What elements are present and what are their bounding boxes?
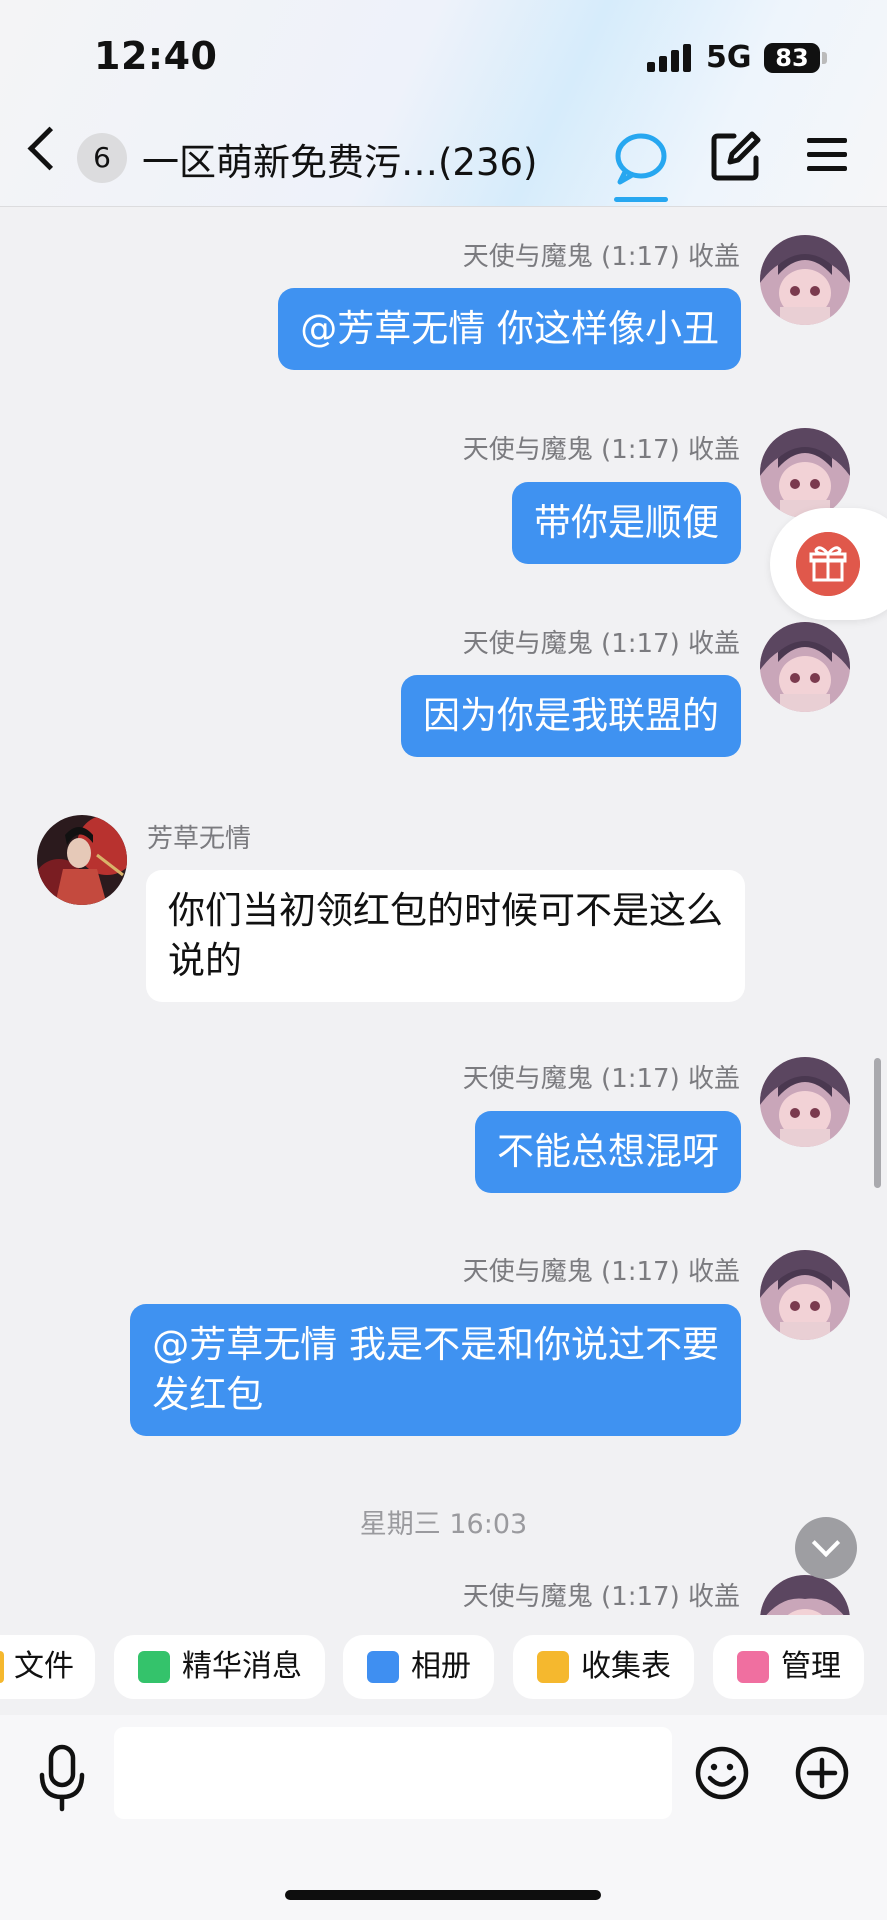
essence-icon (138, 1651, 170, 1683)
quick-essence-button[interactable]: 精华消息 (114, 1635, 325, 1699)
message-sender: 天使与魔鬼 (1:17) 收盖 (462, 629, 740, 659)
scrollbar[interactable] (874, 1058, 881, 1188)
emoji-icon[interactable] (694, 1745, 750, 1801)
chat-bubble-icon[interactable] (610, 126, 672, 206)
message-bubble[interactable]: 不能总想混呀 (475, 1111, 741, 1193)
message-input[interactable] (114, 1727, 672, 1819)
input-bar (0, 1715, 887, 1920)
back-icon[interactable] (27, 126, 72, 171)
message-bubble[interactable]: @芳草无情 你这样像小丑 (278, 288, 741, 370)
message-sender: 天使与魔鬼 (1:17) 收盖 (462, 242, 740, 272)
home-indicator (285, 1890, 601, 1900)
battery-icon: 83 (764, 43, 820, 73)
message-sender: 天使与魔鬼 (1:17) 收盖 (462, 1257, 740, 1287)
message-line: 说的 (168, 939, 242, 982)
quick-album-button[interactable]: 相册 (343, 1635, 494, 1699)
quick-manage-button[interactable]: 管理 (713, 1635, 864, 1699)
message-line: 发红包 (152, 1373, 264, 1416)
quick-label: 相册 (411, 1649, 471, 1684)
message-sender: 天使与魔鬼 (1:17) 收盖 (462, 1582, 740, 1612)
avatar[interactable] (760, 428, 850, 518)
file-icon (0, 1651, 4, 1683)
quick-label: 管理 (781, 1649, 841, 1684)
avatar[interactable] (37, 815, 127, 905)
message-sender: 芳草无情 (147, 824, 252, 854)
avatar[interactable] (760, 1250, 850, 1340)
form-icon (537, 1651, 569, 1683)
battery-tip (822, 52, 827, 64)
quick-label: 收集表 (581, 1649, 671, 1684)
quick-file-button[interactable]: 文件 (0, 1635, 95, 1699)
quick-form-button[interactable]: 收集表 (513, 1635, 694, 1699)
unread-count-badge[interactable]: 6 (77, 133, 127, 183)
avatar[interactable] (760, 622, 850, 712)
status-time: 12:40 (94, 34, 218, 78)
quick-action-bar: 文件 精华消息 相册 收集表 管理 (0, 1615, 887, 1715)
menu-icon[interactable] (807, 138, 847, 172)
album-icon (367, 1651, 399, 1683)
message-bubble[interactable]: 你们当初领红包的时候可不是这么 说的 (146, 870, 745, 1002)
cellular-signal-icon (647, 44, 693, 72)
edit-icon[interactable] (710, 130, 762, 182)
scroll-to-bottom-button[interactable] (795, 1517, 857, 1579)
chat-header: 12:40 5G 83 6 一区萌新免费污…(236) (0, 0, 887, 207)
manage-icon (737, 1651, 769, 1683)
microphone-icon[interactable] (34, 1743, 90, 1813)
chat-title[interactable]: 一区萌新免费污…(236) (142, 132, 538, 186)
message-bubble[interactable]: 带你是顺便 (512, 482, 741, 564)
message-bubble[interactable]: 因为你是我联盟的 (401, 675, 741, 757)
avatar[interactable] (760, 235, 850, 325)
message-bubble[interactable]: @芳草无情 我是不是和你说过不要 发红包 (130, 1304, 741, 1436)
network-type: 5G (706, 40, 752, 75)
message-sender: 天使与魔鬼 (1:17) 收盖 (462, 1064, 740, 1094)
gift-floating-button[interactable] (770, 508, 887, 620)
message-line: @芳草无情 我是不是和你说过不要 (152, 1323, 719, 1366)
avatar[interactable] (760, 1057, 850, 1147)
date-separator: 星期三 16:03 (359, 1509, 528, 1540)
plus-icon[interactable] (794, 1745, 850, 1801)
tab-underline (614, 197, 668, 202)
message-sender: 天使与魔鬼 (1:17) 收盖 (462, 435, 740, 465)
quick-label: 精华消息 (182, 1649, 302, 1684)
gift-icon (796, 532, 860, 596)
quick-label: 文件 (14, 1649, 74, 1684)
message-line: 你们当初领红包的时候可不是这么 (168, 889, 723, 932)
